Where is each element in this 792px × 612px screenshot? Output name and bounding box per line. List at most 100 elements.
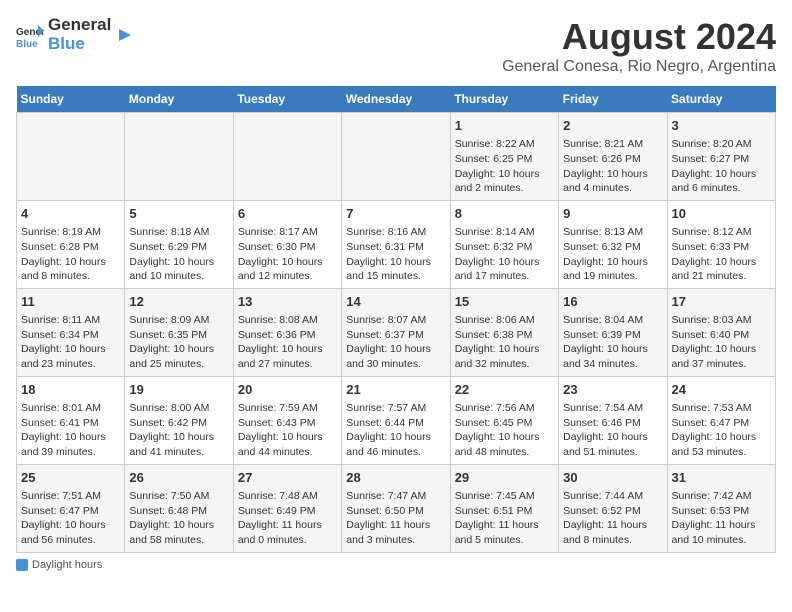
- day-info: Sunrise: 7:59 AM Sunset: 6:43 PM Dayligh…: [238, 401, 337, 460]
- day-number: 1: [455, 117, 554, 135]
- week-row-4: 18 Sunrise: 8:01 AM Sunset: 6:41 PM Dayli…: [17, 376, 776, 464]
- day-cell: 17 Sunrise: 8:03 AM Sunset: 6:40 PM Dayli…: [667, 288, 775, 376]
- day-number: 26: [129, 469, 228, 487]
- week-row-5: 25Sunrise: 7:51 AM Sunset: 6:47 PM Dayli…: [17, 464, 776, 552]
- svg-text:Blue: Blue: [16, 39, 38, 49]
- day-number: 10: [672, 205, 771, 223]
- day-info: Sunrise: 8:06 AM Sunset: 6:38 PM Dayligh…: [455, 313, 554, 372]
- day-cell: 19 Sunrise: 8:00 AM Sunset: 6:42 PM Dayli…: [125, 376, 233, 464]
- day-cell: [342, 113, 450, 201]
- day-number: 2: [563, 117, 662, 135]
- day-info: Sunrise: 7:54 AM Sunset: 6:46 PM Dayligh…: [563, 401, 662, 460]
- day-cell: 24 Sunrise: 7:53 AM Sunset: 6:47 PM Dayli…: [667, 376, 775, 464]
- header-row: SundayMondayTuesdayWednesdayThursdayFrid…: [17, 86, 776, 113]
- logo-blue-text: Blue: [48, 35, 111, 54]
- day-cell: 28 Sunrise: 7:47 AM Sunset: 6:50 PM Dayli…: [342, 464, 450, 552]
- day-info: Sunrise: 8:12 AM Sunset: 6:33 PM Dayligh…: [672, 225, 771, 284]
- day-cell: 6 Sunrise: 8:17 AM Sunset: 6:30 PM Daylig…: [233, 200, 341, 288]
- logo-icon: General Blue: [16, 21, 44, 49]
- day-cell: 13Sunrise: 8:08 AM Sunset: 6:36 PM Dayli…: [233, 288, 341, 376]
- day-info: Sunrise: 8:13 AM Sunset: 6:32 PM Dayligh…: [563, 225, 662, 284]
- day-info: Sunrise: 7:47 AM Sunset: 6:50 PM Dayligh…: [346, 489, 445, 548]
- col-header-sunday: Sunday: [17, 86, 125, 113]
- legend-label: Daylight hours: [32, 559, 102, 571]
- page-title: August 2024: [502, 16, 776, 58]
- day-info: Sunrise: 7:44 AM Sunset: 6:52 PM Dayligh…: [563, 489, 662, 548]
- day-number: 29: [455, 469, 554, 487]
- page-header: General Blue General Blue August 2024 Ge…: [16, 16, 776, 76]
- day-number: 6: [238, 205, 337, 223]
- calendar-table: SundayMondayTuesdayWednesdayThursdayFrid…: [16, 86, 776, 553]
- day-cell: 14 Sunrise: 8:07 AM Sunset: 6:37 PM Dayli…: [342, 288, 450, 376]
- col-header-saturday: Saturday: [667, 86, 775, 113]
- day-number: 12: [129, 293, 228, 311]
- logo-general-text: General: [48, 16, 111, 35]
- day-info: Sunrise: 7:42 AM Sunset: 6:53 PM Dayligh…: [672, 489, 771, 548]
- day-info: Sunrise: 8:19 AM Sunset: 6:28 PM Dayligh…: [21, 225, 120, 284]
- day-number: 24: [672, 381, 771, 399]
- day-number: 11: [21, 293, 120, 311]
- legend-color-box: [16, 559, 28, 571]
- day-cell: 16Sunrise: 8:04 AM Sunset: 6:39 PM Dayli…: [559, 288, 667, 376]
- day-info: Sunrise: 8:01 AM Sunset: 6:41 PM Dayligh…: [21, 401, 120, 460]
- day-number: 28: [346, 469, 445, 487]
- day-number: 16: [563, 293, 662, 311]
- day-cell: 2 Sunrise: 8:21 AM Sunset: 6:26 PM Daylig…: [559, 113, 667, 201]
- day-number: 21: [346, 381, 445, 399]
- day-cell: 8Sunrise: 8:14 AM Sunset: 6:32 PM Daylig…: [450, 200, 558, 288]
- day-cell: 18 Sunrise: 8:01 AM Sunset: 6:41 PM Dayli…: [17, 376, 125, 464]
- col-header-monday: Monday: [125, 86, 233, 113]
- day-cell: 3 Sunrise: 8:20 AM Sunset: 6:27 PM Daylig…: [667, 113, 775, 201]
- day-cell: 30Sunrise: 7:44 AM Sunset: 6:52 PM Dayli…: [559, 464, 667, 552]
- day-number: 18: [21, 381, 120, 399]
- day-info: Sunrise: 8:21 AM Sunset: 6:26 PM Dayligh…: [563, 137, 662, 196]
- day-cell: 9 Sunrise: 8:13 AM Sunset: 6:32 PM Daylig…: [559, 200, 667, 288]
- day-number: 4: [21, 205, 120, 223]
- day-info: Sunrise: 8:22 AM Sunset: 6:25 PM Dayligh…: [455, 137, 554, 196]
- day-number: 5: [129, 205, 228, 223]
- day-cell: 15Sunrise: 8:06 AM Sunset: 6:38 PM Dayli…: [450, 288, 558, 376]
- day-number: 14: [346, 293, 445, 311]
- day-number: 3: [672, 117, 771, 135]
- title-area: August 2024 General Conesa, Rio Negro, A…: [502, 16, 776, 76]
- col-header-friday: Friday: [559, 86, 667, 113]
- col-header-tuesday: Tuesday: [233, 86, 341, 113]
- day-info: Sunrise: 8:14 AM Sunset: 6:32 PM Dayligh…: [455, 225, 554, 284]
- day-info: Sunrise: 7:53 AM Sunset: 6:47 PM Dayligh…: [672, 401, 771, 460]
- day-number: 9: [563, 205, 662, 223]
- week-row-1: 1 Sunrise: 8:22 AM Sunset: 6:25 PM Daylig…: [17, 113, 776, 201]
- day-info: Sunrise: 8:20 AM Sunset: 6:27 PM Dayligh…: [672, 137, 771, 196]
- day-cell: 26 Sunrise: 7:50 AM Sunset: 6:48 PM Dayli…: [125, 464, 233, 552]
- day-cell: 1 Sunrise: 8:22 AM Sunset: 6:25 PM Daylig…: [450, 113, 558, 201]
- day-cell: 31 Sunrise: 7:42 AM Sunset: 6:53 PM Dayli…: [667, 464, 775, 552]
- week-row-3: 11 Sunrise: 8:11 AM Sunset: 6:34 PM Dayli…: [17, 288, 776, 376]
- week-row-2: 4 Sunrise: 8:19 AM Sunset: 6:28 PM Daylig…: [17, 200, 776, 288]
- day-info: Sunrise: 8:03 AM Sunset: 6:40 PM Dayligh…: [672, 313, 771, 372]
- legend-item: Daylight hours: [16, 559, 102, 571]
- day-cell: 10 Sunrise: 8:12 AM Sunset: 6:33 PM Dayli…: [667, 200, 775, 288]
- day-info: Sunrise: 8:00 AM Sunset: 6:42 PM Dayligh…: [129, 401, 228, 460]
- day-info: Sunrise: 8:11 AM Sunset: 6:34 PM Dayligh…: [21, 313, 120, 372]
- day-number: 31: [672, 469, 771, 487]
- day-info: Sunrise: 7:57 AM Sunset: 6:44 PM Dayligh…: [346, 401, 445, 460]
- col-header-thursday: Thursday: [450, 86, 558, 113]
- day-info: Sunrise: 8:16 AM Sunset: 6:31 PM Dayligh…: [346, 225, 445, 284]
- day-info: Sunrise: 8:07 AM Sunset: 6:37 PM Dayligh…: [346, 313, 445, 372]
- day-info: Sunrise: 7:50 AM Sunset: 6:48 PM Dayligh…: [129, 489, 228, 548]
- day-info: Sunrise: 8:17 AM Sunset: 6:30 PM Dayligh…: [238, 225, 337, 284]
- day-cell: 5 Sunrise: 8:18 AM Sunset: 6:29 PM Daylig…: [125, 200, 233, 288]
- day-cell: 27Sunrise: 7:48 AM Sunset: 6:49 PM Dayli…: [233, 464, 341, 552]
- day-number: 19: [129, 381, 228, 399]
- day-number: 22: [455, 381, 554, 399]
- day-cell: 20Sunrise: 7:59 AM Sunset: 6:43 PM Dayli…: [233, 376, 341, 464]
- day-info: Sunrise: 8:18 AM Sunset: 6:29 PM Dayligh…: [129, 225, 228, 284]
- day-number: 7: [346, 205, 445, 223]
- day-cell: [125, 113, 233, 201]
- day-cell: 4 Sunrise: 8:19 AM Sunset: 6:28 PM Daylig…: [17, 200, 125, 288]
- day-cell: [17, 113, 125, 201]
- logo: General Blue General Blue: [16, 16, 135, 53]
- day-number: 17: [672, 293, 771, 311]
- day-info: Sunrise: 7:45 AM Sunset: 6:51 PM Dayligh…: [455, 489, 554, 548]
- day-cell: 22Sunrise: 7:56 AM Sunset: 6:45 PM Dayli…: [450, 376, 558, 464]
- day-number: 23: [563, 381, 662, 399]
